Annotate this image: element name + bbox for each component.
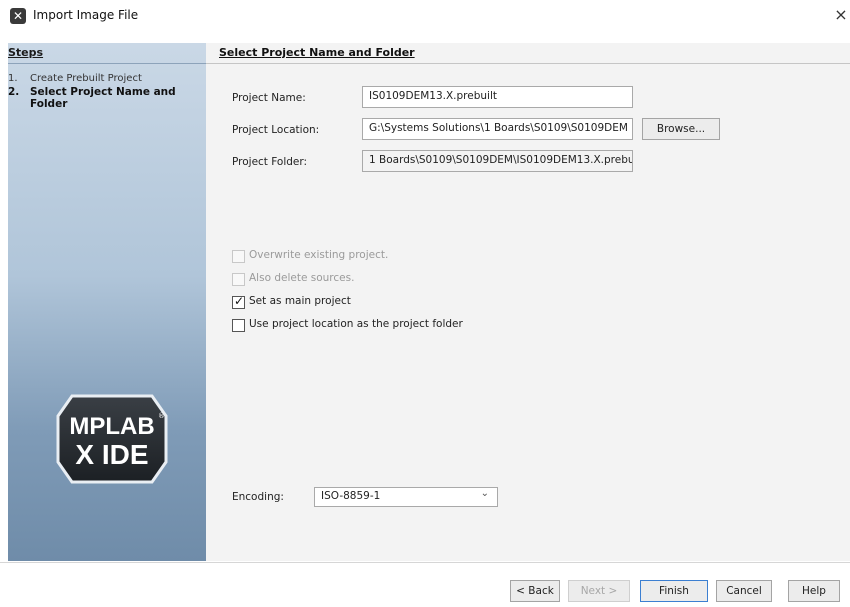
close-icon[interactable]: × <box>832 5 850 25</box>
logo-trademark: ® <box>158 412 165 420</box>
checkbox-label: Use project location as the project fold… <box>249 318 463 330</box>
encoding-select[interactable]: ISO-8859-1 ⌄ <box>314 487 498 507</box>
steps-sidebar: Steps 1. Create Prebuilt Project 2. Sele… <box>8 43 206 561</box>
panel-header: Select Project Name and Folder <box>206 43 850 64</box>
project-name-label: Project Name: <box>232 92 306 104</box>
next-button: Next > <box>568 580 630 602</box>
window-title: Import Image File <box>33 8 139 22</box>
browse-button[interactable]: Browse... <box>642 118 720 140</box>
chevron-down-icon: ⌄ <box>480 488 489 499</box>
checkmark-icon: ✓ <box>234 294 245 308</box>
app-icon: ✕ <box>10 8 26 24</box>
checkbox-box[interactable] <box>232 319 245 332</box>
checkbox-box <box>232 273 245 286</box>
encoding-value: ISO-8859-1 <box>321 490 381 502</box>
footer-divider <box>0 562 850 563</box>
encoding-label: Encoding: <box>232 491 284 503</box>
back-button[interactable]: < Back <box>510 580 560 602</box>
project-name-input[interactable]: IS0109DEM13.X.prebuilt <box>362 86 633 108</box>
title-bar: ✕ Import Image File × <box>0 0 850 31</box>
help-button[interactable]: Help <box>788 580 840 602</box>
panel-title: Select Project Name and Folder <box>219 46 415 59</box>
checkbox-box[interactable]: ✓ <box>232 294 245 309</box>
cancel-button[interactable]: Cancel <box>716 580 772 602</box>
project-location-input[interactable]: G:\Systems Solutions\1 Boards\S0109\S010… <box>362 118 633 140</box>
step-label: Create Prebuilt Project <box>30 73 142 84</box>
steps-title: Steps <box>8 46 44 59</box>
checkbox-label: Also delete sources. <box>249 272 355 284</box>
project-location-label: Project Location: <box>232 124 320 136</box>
step-number: 1. <box>8 73 18 84</box>
project-folder-label: Project Folder: <box>232 156 308 168</box>
checkbox-label: Set as main project <box>249 295 351 307</box>
logo-text-line2: X IDE <box>75 439 148 470</box>
checkbox-label: Overwrite existing project. <box>249 249 389 261</box>
logo-text-line1: MPLAB <box>69 413 154 440</box>
step-label: Select Project Name and Folder <box>30 86 176 110</box>
checkbox-box <box>232 250 245 263</box>
finish-button[interactable]: Finish <box>640 580 708 602</box>
steps-header: Steps <box>8 43 206 64</box>
project-folder-field: 1 Boards\S0109\S0109DEM\IS0109DEM13.X.pr… <box>362 150 633 172</box>
mplab-logo: MPLAB ® X IDE <box>56 394 168 484</box>
step-number: 2. <box>8 86 20 98</box>
